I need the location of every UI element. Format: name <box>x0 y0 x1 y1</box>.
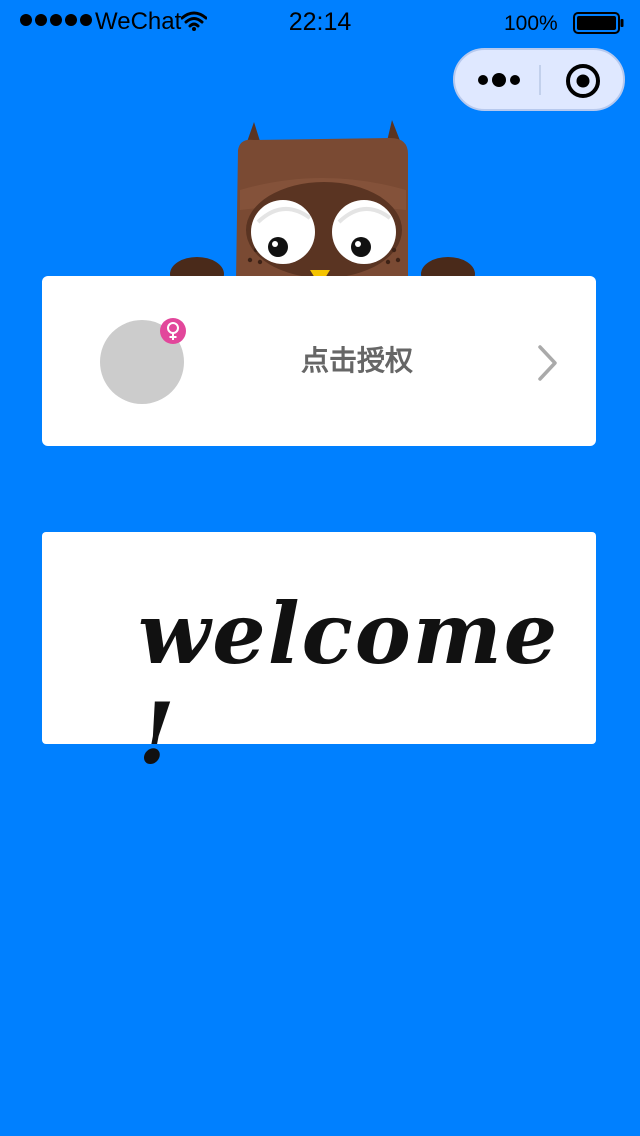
chevron-right-icon[interactable] <box>536 344 560 382</box>
owl-icon <box>170 120 475 291</box>
more-icon[interactable] <box>475 66 523 94</box>
gender-badge <box>160 318 186 344</box>
welcome-card: welcome ! <box>42 532 596 783</box>
close-icon[interactable] <box>565 63 601 99</box>
welcome-text: welcome ! <box>138 584 560 783</box>
authorize-card[interactable]: 点击授权 <box>42 276 596 446</box>
battery-icon <box>573 12 624 34</box>
capsule-divider <box>539 65 541 95</box>
battery-percent: 100% <box>504 12 558 35</box>
female-icon <box>167 322 179 340</box>
authorize-label[interactable]: 点击授权 <box>242 344 472 378</box>
miniprogram-capsule <box>453 48 625 111</box>
status-bar: WeChat 22:14 100% <box>0 0 640 44</box>
